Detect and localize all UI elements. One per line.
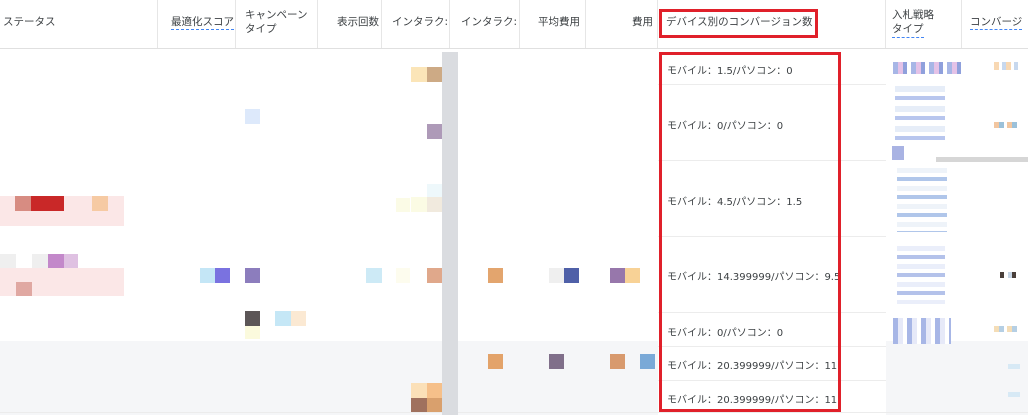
conversions-value <box>994 326 1020 332</box>
data-block <box>488 268 503 283</box>
row-separator <box>936 157 1028 162</box>
column-header-label: キャンペーン <box>245 9 308 21</box>
column-header-cost[interactable]: 費用 <box>586 0 658 48</box>
column-scrollbar[interactable] <box>442 52 458 415</box>
status-badge <box>16 282 32 296</box>
bid-strategy-value <box>892 146 904 160</box>
data-block <box>275 311 291 326</box>
column-header-label: 平均費用 <box>538 16 580 28</box>
data-block <box>200 268 215 283</box>
column-header-status[interactable]: ステータス <box>0 0 158 48</box>
data-block <box>427 383 442 398</box>
bid-strategy-value <box>893 62 963 74</box>
column-header-label: 費用 <box>632 16 653 28</box>
column-header-bid-strategy-type[interactable]: 入札戦略 タイプ <box>886 0 962 48</box>
data-block <box>245 311 260 326</box>
data-block <box>427 124 442 139</box>
table-row-band <box>0 341 658 415</box>
data-block <box>411 67 427 82</box>
data-block <box>427 67 442 82</box>
status-badge <box>31 196 64 211</box>
conversions-value <box>1008 364 1020 369</box>
header-highlight-box <box>659 9 818 38</box>
conversions-value <box>1008 392 1020 397</box>
status-badge <box>48 254 64 268</box>
column-header-label: 最適化スコア <box>171 16 234 30</box>
data-block <box>427 268 442 283</box>
column-header-label: ステータス <box>3 16 56 28</box>
column-header-label: コンバージ <box>970 16 1023 30</box>
conversions-value <box>1000 272 1020 278</box>
status-badge <box>15 196 31 211</box>
column-highlight-box <box>659 52 841 412</box>
column-header-label: 表示回数 <box>337 16 379 28</box>
data-block <box>549 268 564 283</box>
data-block <box>427 197 442 212</box>
data-block <box>215 268 230 283</box>
status-badge <box>92 196 108 211</box>
data-block <box>396 198 410 212</box>
data-block <box>488 354 503 369</box>
column-header-conversions[interactable]: コンバージ <box>962 0 1028 48</box>
data-block <box>427 398 442 412</box>
data-block <box>549 354 564 369</box>
column-header-campaign-type[interactable]: キャンペーン タイプ <box>236 0 318 48</box>
column-header-interaction-rate[interactable]: インタラク: <box>450 0 520 48</box>
bid-strategy-value <box>897 246 945 304</box>
data-block <box>564 268 579 283</box>
data-block <box>610 268 625 283</box>
status-badge <box>64 254 78 268</box>
data-block <box>411 383 427 398</box>
data-block <box>411 197 427 212</box>
data-block <box>411 398 427 412</box>
status-badge <box>32 254 48 268</box>
data-block <box>427 184 442 197</box>
data-block <box>625 268 640 283</box>
data-block <box>245 109 260 124</box>
data-block <box>245 326 260 339</box>
column-header-label: 入札戦略 <box>892 9 934 21</box>
table-row-band <box>886 341 1028 415</box>
bid-strategy-value <box>895 86 945 144</box>
data-block <box>245 268 260 283</box>
column-header-label: タイプ <box>892 22 924 38</box>
data-block <box>396 268 410 283</box>
column-header-avg-cost[interactable]: 平均費用 <box>520 0 586 48</box>
conversions-value <box>994 62 1018 70</box>
status-badge <box>0 254 16 268</box>
bid-strategy-value <box>897 168 947 232</box>
column-header-impressions[interactable]: 表示回数 <box>318 0 382 48</box>
column-header-label: インタラク: <box>392 16 449 28</box>
row-divider <box>0 412 1028 413</box>
bid-strategy-value <box>893 318 951 344</box>
table-header: ステータス 最適化スコア キャンペーン タイプ 表示回数 インタラク: インタラ… <box>0 0 1028 49</box>
column-header-label: タイプ <box>245 23 277 35</box>
column-header-label: インタラク: <box>461 16 518 28</box>
data-block <box>291 311 306 326</box>
column-header-optimization-score[interactable]: 最適化スコア <box>158 0 236 48</box>
column-header-interactions[interactable]: インタラク: <box>382 0 450 48</box>
data-block <box>640 354 655 369</box>
data-block <box>610 354 625 369</box>
conversions-value <box>994 122 1020 128</box>
data-block <box>366 268 382 283</box>
